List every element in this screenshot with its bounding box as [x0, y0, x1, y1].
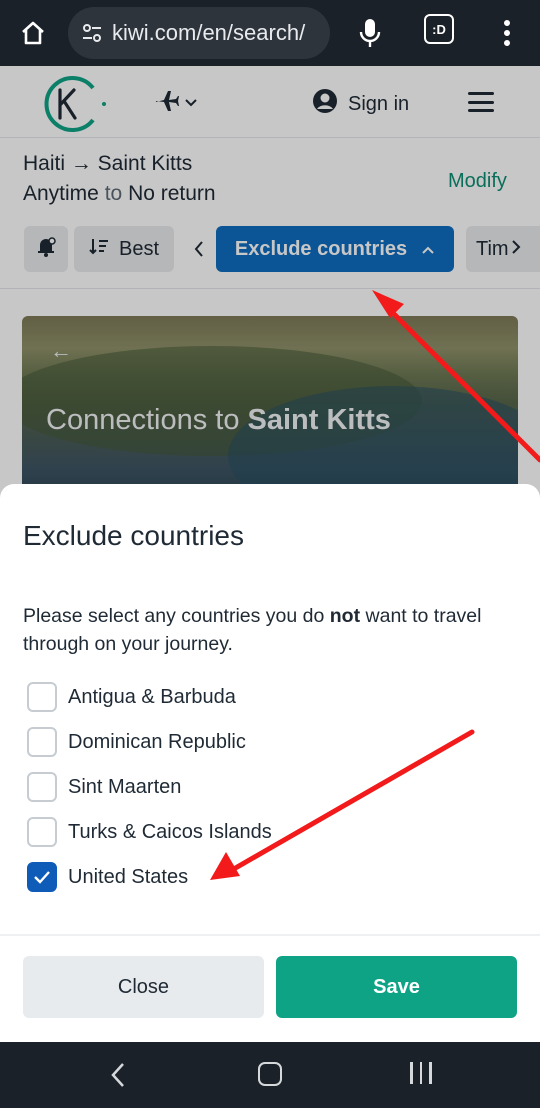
desc-emphasis: not	[329, 605, 361, 627]
address-bar[interactable]: kiwi.com/en/search/	[68, 7, 330, 59]
system-navigation-bar	[0, 1042, 540, 1108]
browser-toolbar: kiwi.com/en/search/ :D	[0, 0, 540, 66]
country-label: Antigua & Barbuda	[68, 685, 236, 708]
url-text: kiwi.com/en/search/	[112, 20, 306, 45]
site-settings-icon[interactable]	[80, 21, 104, 45]
save-button[interactable]: Save	[276, 956, 517, 1018]
checkbox[interactable]	[27, 772, 57, 802]
close-button[interactable]: Close	[23, 956, 264, 1018]
country-label: Turks & Caicos Islands	[68, 820, 272, 843]
back-icon[interactable]	[108, 1060, 128, 1095]
country-label: United States	[68, 865, 189, 888]
recent-apps-icon[interactable]	[410, 1062, 432, 1084]
checkbox-checked[interactable]	[27, 862, 57, 892]
country-label: Sint Maarten	[68, 775, 182, 798]
checkbox[interactable]	[27, 682, 57, 712]
country-label: Dominican Republic	[68, 730, 246, 753]
sheet-description: Please select any countries you do not w…	[23, 602, 493, 658]
more-options-icon[interactable]	[492, 8, 522, 58]
sheet-title: Exclude countries	[23, 520, 245, 551]
checkmark-icon	[34, 871, 50, 884]
tab-switcher-button[interactable]: :D	[424, 14, 454, 44]
checkbox[interactable]	[27, 727, 57, 757]
microphone-icon[interactable]	[350, 8, 390, 58]
country-option[interactable]: Sint Maarten	[27, 772, 181, 802]
exclude-countries-sheet: Exclude countries Please select any coun…	[0, 484, 540, 1042]
country-option[interactable]: Antigua & Barbuda	[27, 682, 236, 712]
home-button-icon[interactable]	[258, 1062, 282, 1086]
checkbox[interactable]	[27, 817, 57, 847]
divider	[0, 934, 540, 936]
country-option[interactable]: Dominican Republic	[27, 727, 246, 757]
country-option-united-states[interactable]: United States	[27, 862, 188, 892]
home-icon[interactable]	[8, 8, 58, 58]
country-option[interactable]: Turks & Caicos Islands	[27, 817, 272, 847]
desc-part-1: Please select any countries you do	[23, 605, 330, 627]
